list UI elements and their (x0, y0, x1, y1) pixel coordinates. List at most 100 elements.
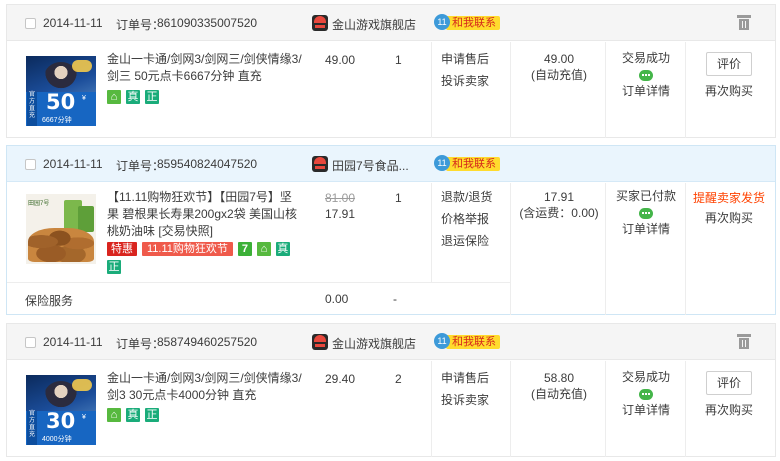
guarantee-icon[interactable]: ⌂ (256, 242, 271, 256)
order-detail-link[interactable]: 订单详情 (607, 219, 685, 239)
after-sale-link[interactable]: 申请售后 (441, 367, 489, 389)
thumb-brand: 田园7号 (28, 201, 50, 207)
total-note: (自动充值) (531, 68, 587, 82)
wangwang-icon[interactable] (639, 389, 653, 400)
tmall-shop-icon (312, 156, 328, 172)
order-date: 2014-11-11 (43, 157, 103, 171)
tmall-shop-icon (312, 15, 328, 31)
shop-name-link[interactable]: 田园7号食品... (332, 157, 409, 174)
badge-row: ⌂ 真正 (107, 408, 164, 423)
order-operations: 提醒卖家发货 再次购买 (687, 189, 771, 226)
checkbox-icon[interactable] (25, 159, 36, 170)
wangwang-contact-icon: 11 (434, 14, 450, 30)
contact-label: 和我联系 (446, 335, 500, 349)
order-detail-link[interactable]: 订单详情 (607, 81, 685, 101)
thumb-amount: 50 (46, 90, 76, 114)
review-button[interactable]: 评价 (706, 371, 752, 395)
shop-name-link[interactable]: 金山游戏旗舰店 (332, 16, 416, 33)
checkbox-icon[interactable] (25, 337, 36, 348)
order-card: 2014-11-11 订单号： 861090335007520 金山游戏旗舰店 … (6, 4, 776, 138)
shop-name-link[interactable]: 金山游戏旗舰店 (332, 335, 416, 352)
item-actions: 退款/退货 价格举报 退运保险 (441, 186, 492, 252)
service-quantity: - (393, 292, 397, 306)
trash-icon[interactable] (737, 334, 751, 349)
refund-link[interactable]: 退款/退货 (441, 186, 492, 208)
remind-ship-link[interactable]: 提醒卖家发货 (687, 189, 771, 206)
product-thumbnail[interactable]: 官方直充 50 ¥ 6667分钟 (26, 56, 96, 126)
badge-row: 特惠 11.11购物狂欢节 7 ⌂ 真 (107, 242, 317, 257)
order-operations: 评价 再次购买 (687, 371, 771, 418)
trash-icon[interactable] (737, 15, 751, 30)
complain-seller-link[interactable]: 投诉卖家 (441, 70, 489, 92)
wangwang-icon[interactable] (639, 208, 653, 219)
order-header: 2014-11-11 订单号： 861090335007520 金山游戏旗舰店 … (7, 5, 775, 41)
quantity: 1 (395, 53, 402, 67)
total-note: (含运费：0.00) (519, 206, 599, 220)
badge-true[interactable]: 真 (126, 90, 140, 104)
service-price: 0.00 (325, 292, 349, 306)
item-actions: 申请售后 投诉卖家 (441, 48, 489, 92)
review-button[interactable]: 评价 (706, 52, 752, 76)
order-date: 2014-11-11 (43, 335, 103, 349)
after-sale-link[interactable]: 申请售后 (441, 48, 489, 70)
quantity: 1 (395, 191, 402, 205)
badge-genuine[interactable]: 正 (145, 90, 159, 104)
badge-seven[interactable]: 7 (237, 242, 252, 256)
order-header: 2014-11-11 订单号： 858749460257520 金山游戏旗舰店 … (7, 324, 775, 360)
buy-again-link[interactable]: 再次购买 (687, 401, 771, 418)
badge-true[interactable]: 真 (275, 242, 290, 256)
wangwang-contact-icon: 11 (434, 333, 450, 349)
badge-row-2: 正 (107, 260, 126, 275)
total-note: (自动充值) (531, 387, 587, 401)
guarantee-icon[interactable]: ⌂ (107, 408, 121, 422)
order-card: 2014-11-11 订单号： 859540824047520 田园7号食品..… (6, 145, 776, 315)
product-title-link[interactable]: 【11.11购物狂欢节】【田园7号】坚果 碧根果长寿果200gx2袋 美国山核桃… (107, 189, 302, 240)
status-text: 交易成功 (621, 51, 670, 65)
order-number: 861090335007520 (157, 16, 258, 30)
tmall-shop-icon (312, 334, 328, 350)
total-amount: 58.80 (543, 371, 575, 385)
badge-true[interactable]: 真 (126, 408, 140, 422)
return-insurance-link[interactable]: 退运保险 (441, 230, 492, 252)
unit-price: 29.40 (325, 372, 356, 386)
unit-price: 17.91 (325, 207, 356, 221)
item-actions: 申请售后 投诉卖家 (441, 367, 489, 411)
wangwang-contact-icon: 11 (434, 155, 450, 171)
order-card: 2014-11-11 订单号： 858749460257520 金山游戏旗舰店 … (6, 323, 776, 457)
status-text: 买家已付款 (615, 189, 676, 203)
product-thumbnail[interactable]: 官方直充 30 ¥ 4000分钟 (26, 375, 96, 445)
badge-genuine[interactable]: 正 (145, 408, 159, 422)
status-text: 交易成功 (621, 370, 670, 384)
complain-seller-link[interactable]: 投诉卖家 (441, 389, 489, 411)
unit-price: 49.00 (325, 53, 356, 67)
guarantee-icon[interactable]: ⌂ (107, 90, 121, 104)
thumb-amount: 30 (46, 409, 76, 433)
badge-row: ⌂ 真正 (107, 90, 164, 105)
badge-genuine[interactable]: 正 (107, 260, 121, 274)
thumb-side-label: 官方直充 (27, 411, 37, 445)
price-report-link[interactable]: 价格举报 (441, 208, 492, 230)
insurance-service-label: 保险服务 (25, 294, 74, 308)
order-number: 859540824047520 (157, 157, 258, 171)
order-status: 交易成功 订单详情 (607, 367, 685, 420)
order-total: 49.00 (自动充值) (511, 51, 607, 83)
order-status: 交易成功 订单详情 (607, 48, 685, 101)
order-operations: 评价 再次购买 (687, 52, 771, 99)
thumb-minutes: 6667分钟 (42, 117, 72, 124)
product-thumbnail[interactable]: 田园7号 (26, 194, 96, 264)
product-title-link[interactable]: 金山一卡通/剑网3/剑网三/剑侠情缘3/剑三 50元点卡6667分钟 直充 (107, 51, 307, 85)
order-total: 58.80 (自动充值) (511, 370, 607, 402)
contact-label: 和我联系 (446, 16, 500, 30)
order-header: 2014-11-11 订单号： 859540824047520 田园7号食品..… (7, 146, 775, 182)
badge-special[interactable]: 特惠 (107, 242, 137, 256)
checkbox-icon[interactable] (25, 18, 36, 29)
buy-again-link[interactable]: 再次购买 (687, 209, 771, 226)
order-detail-link[interactable]: 订单详情 (607, 400, 685, 420)
wangwang-icon[interactable] (639, 70, 653, 81)
quantity: 2 (395, 372, 402, 386)
badge-double11[interactable]: 11.11购物狂欢节 (142, 242, 233, 256)
buy-again-link[interactable]: 再次购买 (687, 82, 771, 99)
product-title-link[interactable]: 金山一卡通/剑网3/剑网三/剑侠情缘3/剑3 30元点卡4000分钟 直充 (107, 370, 302, 404)
order-total: 17.91 (含运费：0.00) (511, 189, 607, 221)
original-price: 81.00 (325, 191, 356, 205)
